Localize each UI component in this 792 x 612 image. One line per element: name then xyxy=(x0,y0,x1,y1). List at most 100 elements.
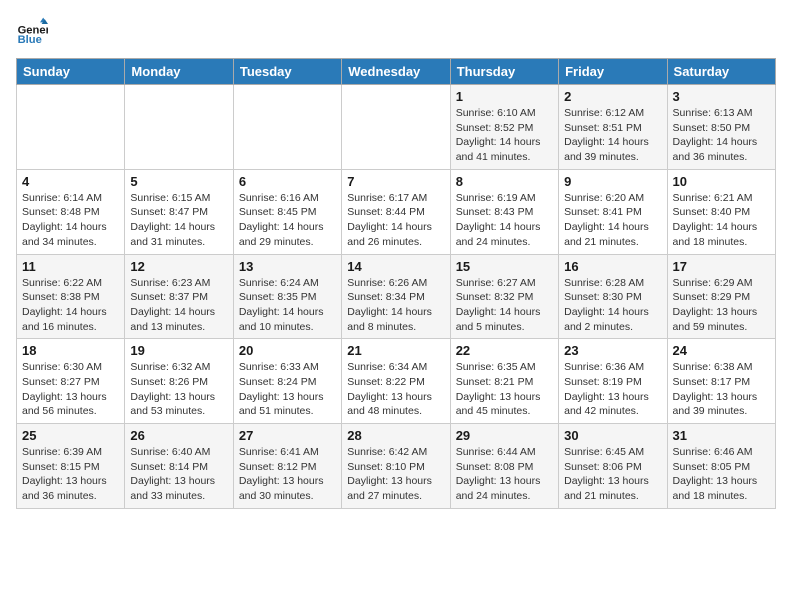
day-info: Sunrise: 6:16 AM Sunset: 8:45 PM Dayligh… xyxy=(239,191,336,250)
calendar-cell: 10 Sunrise: 6:21 AM Sunset: 8:40 PM Dayli… xyxy=(667,169,775,254)
day-info: Sunrise: 6:39 AM Sunset: 8:15 PM Dayligh… xyxy=(22,445,119,504)
calendar-week-row: 4 Sunrise: 6:14 AM Sunset: 8:48 PM Daylig… xyxy=(17,169,776,254)
calendar-cell: 4 Sunrise: 6:14 AM Sunset: 8:48 PM Daylig… xyxy=(17,169,125,254)
day-number: 20 xyxy=(239,343,336,358)
calendar-cell: 17Sunrise: 6:29 AM Sunset: 8:29 PM Dayli… xyxy=(667,254,775,339)
calendar-cell: 13Sunrise: 6:24 AM Sunset: 8:35 PM Dayli… xyxy=(233,254,341,339)
day-number: 19 xyxy=(130,343,227,358)
weekday-header: Thursday xyxy=(450,59,558,85)
day-info: Sunrise: 6:42 AM Sunset: 8:10 PM Dayligh… xyxy=(347,445,444,504)
day-info: Sunrise: 6:20 AM Sunset: 8:41 PM Dayligh… xyxy=(564,191,661,250)
calendar-cell: 14 Sunrise: 6:26 AM Sunset: 8:34 PM Dayli… xyxy=(342,254,450,339)
calendar-cell: 7 Sunrise: 6:17 AM Sunset: 8:44 PM Daylig… xyxy=(342,169,450,254)
calendar-week-row: 11 Sunrise: 6:22 AM Sunset: 8:38 PM Dayli… xyxy=(17,254,776,339)
day-info: Sunrise: 6:30 AM Sunset: 8:27 PM Dayligh… xyxy=(22,360,119,419)
calendar-week-row: 25Sunrise: 6:39 AM Sunset: 8:15 PM Dayli… xyxy=(17,424,776,509)
day-number: 4 xyxy=(22,174,119,189)
calendar-cell: 3Sunrise: 6:13 AM Sunset: 8:50 PM Daylig… xyxy=(667,85,775,170)
day-number: 5 xyxy=(130,174,227,189)
day-number: 16 xyxy=(564,259,661,274)
calendar-cell: 16 Sunrise: 6:28 AM Sunset: 8:30 PM Dayli… xyxy=(559,254,667,339)
day-number: 22 xyxy=(456,343,553,358)
day-number: 30 xyxy=(564,428,661,443)
day-info: Sunrise: 6:45 AM Sunset: 8:06 PM Dayligh… xyxy=(564,445,661,504)
day-number: 6 xyxy=(239,174,336,189)
day-info: Sunrise: 6:23 AM Sunset: 8:37 PM Dayligh… xyxy=(130,276,227,335)
calendar-cell xyxy=(342,85,450,170)
day-info: Sunrise: 6:38 AM Sunset: 8:17 PM Dayligh… xyxy=(673,360,770,419)
day-info: Sunrise: 6:44 AM Sunset: 8:08 PM Dayligh… xyxy=(456,445,553,504)
day-info: Sunrise: 6:27 AM Sunset: 8:32 PM Dayligh… xyxy=(456,276,553,335)
calendar-cell: 19 Sunrise: 6:32 AM Sunset: 8:26 PM Dayli… xyxy=(125,339,233,424)
calendar-cell: 2Sunrise: 6:12 AM Sunset: 8:51 PM Daylig… xyxy=(559,85,667,170)
calendar-cell: 8 Sunrise: 6:19 AM Sunset: 8:43 PM Daylig… xyxy=(450,169,558,254)
day-number: 24 xyxy=(673,343,770,358)
day-number: 2 xyxy=(564,89,661,104)
weekday-header: Saturday xyxy=(667,59,775,85)
day-number: 23 xyxy=(564,343,661,358)
day-number: 14 xyxy=(347,259,444,274)
day-number: 27 xyxy=(239,428,336,443)
calendar-week-row: 1 Sunrise: 6:10 AM Sunset: 8:52 PM Daylig… xyxy=(17,85,776,170)
calendar-cell: 15 Sunrise: 6:27 AM Sunset: 8:32 PM Dayli… xyxy=(450,254,558,339)
calendar-cell xyxy=(17,85,125,170)
weekday-header: Monday xyxy=(125,59,233,85)
calendar-cell: 25Sunrise: 6:39 AM Sunset: 8:15 PM Dayli… xyxy=(17,424,125,509)
day-info: Sunrise: 6:33 AM Sunset: 8:24 PM Dayligh… xyxy=(239,360,336,419)
day-number: 9 xyxy=(564,174,661,189)
calendar-cell: 20 Sunrise: 6:33 AM Sunset: 8:24 PM Dayli… xyxy=(233,339,341,424)
calendar-cell: 26Sunrise: 6:40 AM Sunset: 8:14 PM Dayli… xyxy=(125,424,233,509)
calendar-cell xyxy=(125,85,233,170)
day-number: 8 xyxy=(456,174,553,189)
day-info: Sunrise: 6:26 AM Sunset: 8:34 PM Dayligh… xyxy=(347,276,444,335)
svg-text:Blue: Blue xyxy=(18,34,42,46)
weekday-header: Sunday xyxy=(17,59,125,85)
day-number: 11 xyxy=(22,259,119,274)
calendar-cell: 22 Sunrise: 6:35 AM Sunset: 8:21 PM Dayli… xyxy=(450,339,558,424)
day-info: Sunrise: 6:17 AM Sunset: 8:44 PM Dayligh… xyxy=(347,191,444,250)
calendar-cell: 30 Sunrise: 6:45 AM Sunset: 8:06 PM Dayli… xyxy=(559,424,667,509)
day-info: Sunrise: 6:29 AM Sunset: 8:29 PM Dayligh… xyxy=(673,276,770,335)
calendar-week-row: 18 Sunrise: 6:30 AM Sunset: 8:27 PM Dayli… xyxy=(17,339,776,424)
day-info: Sunrise: 6:34 AM Sunset: 8:22 PM Dayligh… xyxy=(347,360,444,419)
calendar-cell xyxy=(233,85,341,170)
day-number: 12 xyxy=(130,259,227,274)
day-info: Sunrise: 6:36 AM Sunset: 8:19 PM Dayligh… xyxy=(564,360,661,419)
calendar-cell: 28 Sunrise: 6:42 AM Sunset: 8:10 PM Dayli… xyxy=(342,424,450,509)
day-number: 29 xyxy=(456,428,553,443)
day-number: 1 xyxy=(456,89,553,104)
day-info: Sunrise: 6:10 AM Sunset: 8:52 PM Dayligh… xyxy=(456,106,553,165)
weekday-header-row: SundayMondayTuesdayWednesdayThursdayFrid… xyxy=(17,59,776,85)
calendar-cell: 11 Sunrise: 6:22 AM Sunset: 8:38 PM Dayli… xyxy=(17,254,125,339)
day-number: 15 xyxy=(456,259,553,274)
day-info: Sunrise: 6:28 AM Sunset: 8:30 PM Dayligh… xyxy=(564,276,661,335)
day-info: Sunrise: 6:13 AM Sunset: 8:50 PM Dayligh… xyxy=(673,106,770,165)
page-header: General Blue xyxy=(16,16,776,48)
calendar-cell: 6 Sunrise: 6:16 AM Sunset: 8:45 PM Daylig… xyxy=(233,169,341,254)
day-info: Sunrise: 6:46 AM Sunset: 8:05 PM Dayligh… xyxy=(673,445,770,504)
calendar-cell: 29 Sunrise: 6:44 AM Sunset: 8:08 PM Dayli… xyxy=(450,424,558,509)
day-number: 18 xyxy=(22,343,119,358)
day-info: Sunrise: 6:22 AM Sunset: 8:38 PM Dayligh… xyxy=(22,276,119,335)
day-number: 10 xyxy=(673,174,770,189)
day-info: Sunrise: 6:35 AM Sunset: 8:21 PM Dayligh… xyxy=(456,360,553,419)
calendar-cell: 18 Sunrise: 6:30 AM Sunset: 8:27 PM Dayli… xyxy=(17,339,125,424)
day-info: Sunrise: 6:40 AM Sunset: 8:14 PM Dayligh… xyxy=(130,445,227,504)
day-info: Sunrise: 6:21 AM Sunset: 8:40 PM Dayligh… xyxy=(673,191,770,250)
day-info: Sunrise: 6:14 AM Sunset: 8:48 PM Dayligh… xyxy=(22,191,119,250)
day-number: 7 xyxy=(347,174,444,189)
day-number: 28 xyxy=(347,428,444,443)
day-number: 21 xyxy=(347,343,444,358)
calendar-cell: 23 Sunrise: 6:36 AM Sunset: 8:19 PM Dayli… xyxy=(559,339,667,424)
calendar-cell: 31Sunrise: 6:46 AM Sunset: 8:05 PM Dayli… xyxy=(667,424,775,509)
calendar-cell: 5Sunrise: 6:15 AM Sunset: 8:47 PM Daylig… xyxy=(125,169,233,254)
calendar-cell: 24 Sunrise: 6:38 AM Sunset: 8:17 PM Dayli… xyxy=(667,339,775,424)
calendar-table: SundayMondayTuesdayWednesdayThursdayFrid… xyxy=(16,58,776,509)
day-info: Sunrise: 6:24 AM Sunset: 8:35 PM Dayligh… xyxy=(239,276,336,335)
calendar-cell: 27 Sunrise: 6:41 AM Sunset: 8:12 PM Dayli… xyxy=(233,424,341,509)
calendar-cell: 21 Sunrise: 6:34 AM Sunset: 8:22 PM Dayli… xyxy=(342,339,450,424)
day-info: Sunrise: 6:32 AM Sunset: 8:26 PM Dayligh… xyxy=(130,360,227,419)
day-info: Sunrise: 6:41 AM Sunset: 8:12 PM Dayligh… xyxy=(239,445,336,504)
day-info: Sunrise: 6:19 AM Sunset: 8:43 PM Dayligh… xyxy=(456,191,553,250)
calendar-cell: 9 Sunrise: 6:20 AM Sunset: 8:41 PM Daylig… xyxy=(559,169,667,254)
